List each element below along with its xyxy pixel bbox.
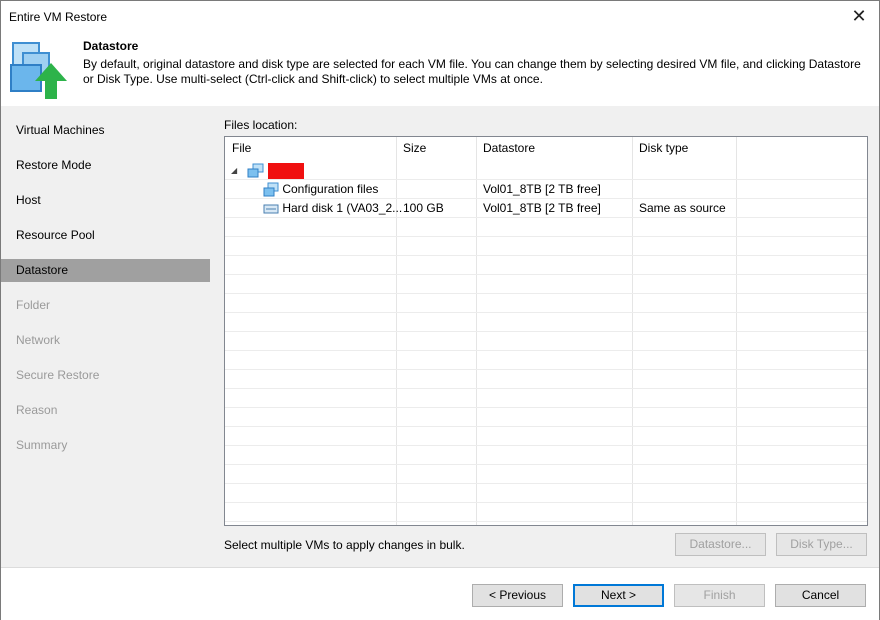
step-resource-pool[interactable]: Resource Pool [1, 224, 210, 247]
column-header-datastore[interactable]: Datastore [483, 139, 535, 158]
disk-type-button[interactable]: Disk Type... [776, 533, 867, 556]
window-title: Entire VM Restore [9, 10, 108, 24]
row-gridline [225, 388, 867, 389]
datastore-cell: Vol01_8TB [2 TB free] [483, 182, 601, 196]
step-virtual-machines[interactable]: Virtual Machines [1, 119, 210, 142]
files-location-label: Files location: [224, 118, 298, 132]
page-title: Datastore [83, 39, 139, 53]
previous-button[interactable]: < Previous [472, 584, 563, 607]
row-gridline [225, 331, 867, 332]
column-header-size[interactable]: Size [403, 139, 426, 158]
size-cell: 100 GB [403, 201, 444, 215]
row-gridline [225, 464, 867, 465]
row-gridline [225, 502, 867, 503]
title-bar: Entire VM Restore ✕ [1, 1, 879, 31]
wizard-header: Datastore By default, original datastore… [1, 31, 879, 105]
step-reason: Reason [16, 403, 58, 417]
row-gridline [225, 293, 867, 294]
vm-icon [247, 163, 263, 178]
step-datastore[interactable]: Datastore [1, 259, 210, 282]
close-button[interactable]: ✕ [839, 1, 879, 31]
next-button[interactable]: Next > [573, 584, 664, 607]
table-row[interactable]: Hard disk 1 (VA03_2... [263, 199, 402, 218]
files-table[interactable]: File Size Datastore Disk type ◢ Configur… [224, 136, 868, 526]
config-files-icon [263, 182, 279, 197]
column-header-file[interactable]: File [232, 139, 251, 158]
step-summary: Summary [16, 438, 68, 452]
row-gridline [225, 407, 867, 408]
step-restore-mode[interactable]: Restore Mode [1, 154, 210, 177]
row-gridline [225, 312, 867, 313]
datastore-cell: Vol01_8TB [2 TB free] [483, 201, 601, 215]
row-gridline [225, 236, 867, 237]
row-gridline [225, 521, 867, 522]
collapse-arrow-icon[interactable]: ◢ [231, 161, 237, 180]
entire-vm-restore-window: Entire VM Restore ✕ Datastore By default… [0, 0, 880, 620]
datastore-panel: Files location: File Size Datastore Disk… [210, 106, 879, 567]
wizard-footer: < Previous Next > Finish Cancel [1, 567, 879, 620]
column-header-disk-type[interactable]: Disk type [639, 139, 688, 158]
hard-disk-icon [263, 204, 279, 214]
row-gridline [225, 350, 867, 351]
disk-type-cell: Same as source [639, 201, 726, 215]
step-secure-restore: Secure Restore [16, 368, 100, 382]
finish-button[interactable]: Finish [674, 584, 765, 607]
page-description: By default, original datastore and disk … [83, 57, 861, 86]
row-gridline [225, 445, 867, 446]
vm-restore-icon [10, 42, 67, 99]
table-row[interactable]: ◢ [231, 161, 304, 180]
step-host[interactable]: Host [1, 189, 210, 212]
file-name: Hard disk 1 (VA03_2... [282, 201, 403, 215]
bulk-hint-text: Select multiple VMs to apply changes in … [224, 538, 465, 552]
close-icon: ✕ [851, 5, 867, 26]
row-gridline [225, 274, 867, 275]
row-gridline [225, 369, 867, 370]
step-folder: Folder [16, 298, 51, 312]
table-row[interactable]: Configuration files [263, 180, 378, 199]
datastore-button[interactable]: Datastore... [675, 533, 766, 556]
wizard-steps-sidebar: Virtual Machines Restore Mode Host Resou… [1, 106, 210, 567]
row-gridline [225, 483, 867, 484]
cancel-button[interactable]: Cancel [775, 584, 866, 607]
file-name: Configuration files [282, 182, 379, 196]
redacted-vm-name [267, 162, 304, 179]
row-gridline [225, 255, 867, 256]
step-network: Network [16, 333, 61, 347]
row-gridline [225, 426, 867, 427]
table-header: File Size Datastore Disk type [225, 137, 867, 161]
